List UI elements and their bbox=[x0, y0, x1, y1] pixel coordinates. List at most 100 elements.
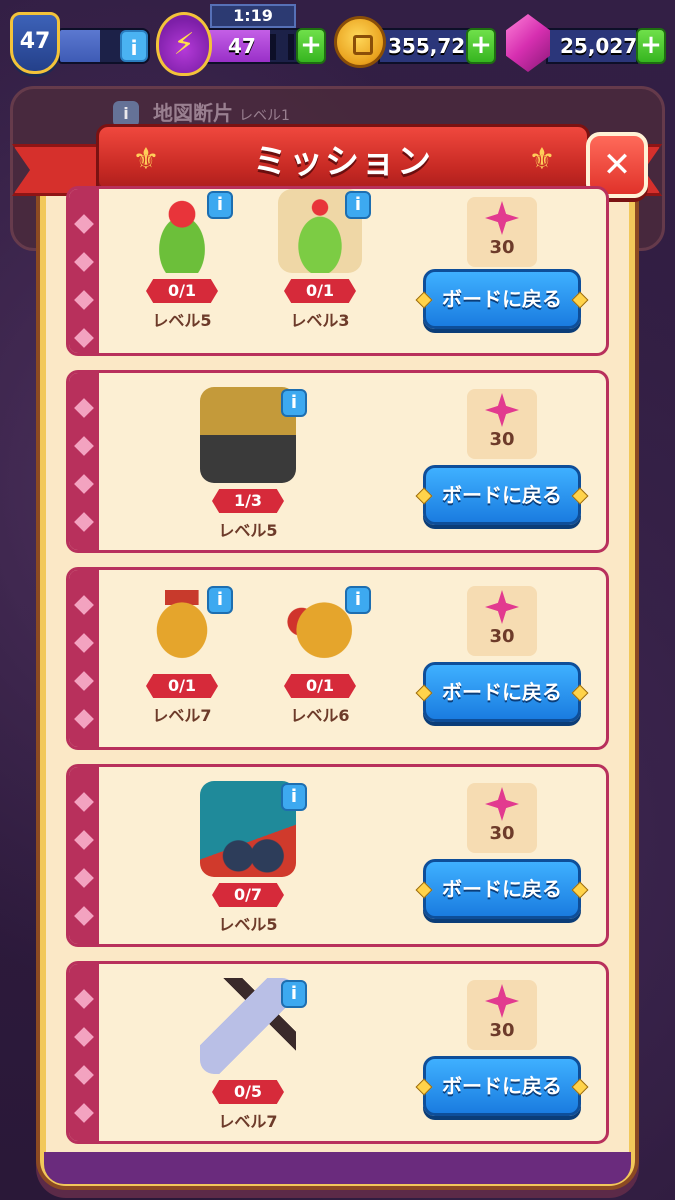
item-info-button[interactable]: i bbox=[207, 191, 233, 219]
card-side-strip bbox=[69, 964, 99, 1141]
star-reward-icon bbox=[485, 201, 519, 235]
reward-box: 30 bbox=[467, 980, 537, 1050]
item-progress: 0/7 bbox=[212, 883, 284, 907]
item-progress: 1/3 bbox=[212, 489, 284, 513]
strip-diamond bbox=[74, 989, 94, 1009]
mission-item: i 0/1 レベル7 bbox=[127, 584, 237, 726]
add-gems-button[interactable]: + bbox=[636, 28, 666, 64]
item-info-button[interactable]: i bbox=[281, 389, 307, 417]
strip-diamond bbox=[74, 290, 94, 310]
strip-diamond bbox=[74, 906, 94, 926]
item-progress: 0/1 bbox=[284, 674, 356, 698]
button-diamond-icon bbox=[571, 881, 589, 899]
return-to-board-label: ボードに戻る bbox=[442, 483, 562, 507]
strip-diamond bbox=[74, 671, 94, 691]
gem-count: 25,027 bbox=[560, 34, 638, 58]
item-level-label: レベル7 bbox=[152, 706, 212, 725]
strip-diamond bbox=[74, 1027, 94, 1047]
return-to-board-button[interactable]: ボードに戻る bbox=[415, 269, 589, 329]
mission-card: i 0/5 レベル7 30 ボードに戻る bbox=[66, 961, 609, 1144]
strip-diamond bbox=[74, 633, 94, 653]
mission-card: i 0/1 レベル7 i 0/1 レベル6 30 ボードに戻る bbox=[66, 567, 609, 750]
mission-item: i 1/3 レベル5 bbox=[193, 387, 307, 541]
reward-amount: 30 bbox=[489, 1020, 515, 1041]
item-progress: 0/5 bbox=[212, 1080, 284, 1104]
strip-diamond bbox=[74, 709, 94, 729]
item-level-label: レベル5 bbox=[152, 311, 212, 330]
strip-diamond bbox=[74, 830, 94, 850]
dialog-title: ミッション bbox=[253, 142, 433, 182]
reward-box: 30 bbox=[467, 389, 537, 459]
card-side-strip bbox=[69, 373, 99, 550]
strip-diamond bbox=[74, 252, 94, 272]
item-level-label: レベル5 bbox=[218, 915, 278, 934]
item-progress: 0/1 bbox=[284, 279, 356, 303]
strip-diamond bbox=[74, 214, 94, 234]
energy-pause-icon bbox=[270, 34, 294, 60]
button-diamond-icon bbox=[415, 291, 433, 309]
button-diamond-icon bbox=[571, 1078, 589, 1096]
add-energy-button[interactable]: + bbox=[296, 28, 326, 64]
strip-diamond bbox=[74, 398, 94, 418]
mission-item: i 0/1 レベル3 bbox=[265, 189, 375, 331]
reward-amount: 30 bbox=[489, 823, 515, 844]
xp-info-button[interactable]: i bbox=[120, 30, 148, 62]
reward-box: 30 bbox=[467, 783, 537, 853]
button-diamond-icon bbox=[415, 1078, 433, 1096]
reward-amount: 30 bbox=[489, 429, 515, 450]
strip-diamond bbox=[74, 512, 94, 532]
strip-diamond bbox=[74, 1103, 94, 1123]
item-level-label: レベル3 bbox=[290, 311, 350, 330]
button-diamond-icon bbox=[415, 684, 433, 702]
item-progress: 0/1 bbox=[146, 674, 218, 698]
return-to-board-label: ボードに戻る bbox=[442, 877, 562, 901]
mission-panel-base bbox=[44, 1152, 631, 1184]
mission-card: i 1/3 レベル5 30 ボードに戻る bbox=[66, 370, 609, 553]
item-info-button[interactable]: i bbox=[345, 586, 371, 614]
return-to-board-button[interactable]: ボードに戻る bbox=[415, 1056, 589, 1116]
reward-amount: 30 bbox=[489, 626, 515, 647]
top-hud: 47 i 1:19 ⚡ 47 + 355,729 + 25,027 + bbox=[0, 0, 675, 80]
strip-diamond bbox=[74, 868, 94, 888]
return-to-board-button[interactable]: ボードに戻る bbox=[415, 465, 589, 525]
strip-diamond bbox=[74, 595, 94, 615]
star-reward-icon bbox=[485, 393, 519, 427]
item-info-button[interactable]: i bbox=[345, 191, 371, 219]
return-to-board-label: ボードに戻る bbox=[442, 287, 562, 311]
add-coins-button[interactable]: + bbox=[466, 28, 496, 64]
player-level-badge[interactable]: 47 bbox=[10, 12, 60, 74]
reward-box: 30 bbox=[467, 586, 537, 656]
mission-card: i 0/7 レベル5 30 ボードに戻る bbox=[66, 764, 609, 947]
strip-diamond bbox=[74, 792, 94, 812]
item-level-label: レベル6 bbox=[290, 706, 350, 725]
item-info-button[interactable]: i bbox=[281, 980, 307, 1008]
item-level-label: レベル5 bbox=[218, 521, 278, 540]
card-side-strip bbox=[69, 570, 99, 747]
return-to-board-button[interactable]: ボードに戻る bbox=[415, 859, 589, 919]
gem-icon bbox=[506, 14, 550, 72]
mission-item: i 0/7 レベル5 bbox=[193, 781, 307, 935]
coin-icon bbox=[334, 16, 386, 68]
return-to-board-label: ボードに戻る bbox=[442, 680, 562, 704]
energy-timer: 1:19 bbox=[210, 4, 296, 28]
button-diamond-icon bbox=[571, 684, 589, 702]
reward-amount: 30 bbox=[489, 237, 515, 258]
strip-diamond bbox=[74, 436, 94, 456]
energy-potion-icon: ⚡ bbox=[156, 12, 212, 76]
strip-diamond bbox=[74, 1065, 94, 1085]
return-to-board-label: ボードに戻る bbox=[442, 1074, 562, 1098]
star-reward-icon bbox=[485, 787, 519, 821]
item-info-button[interactable]: i bbox=[281, 783, 307, 811]
button-diamond-icon bbox=[415, 487, 433, 505]
item-progress: 0/1 bbox=[146, 279, 218, 303]
item-info-button[interactable]: i bbox=[207, 586, 233, 614]
star-reward-icon bbox=[485, 984, 519, 1018]
energy-value: 47 bbox=[228, 34, 256, 58]
mission-card: i 0/1 レベル5 i 0/1 レベル3 30 ボードに戻る bbox=[66, 186, 609, 356]
mission-item: i 0/1 レベル5 bbox=[127, 189, 237, 331]
item-level-label: レベル7 bbox=[218, 1112, 278, 1131]
mission-item: i 0/1 レベル6 bbox=[265, 584, 375, 726]
button-diamond-icon bbox=[571, 291, 589, 309]
return-to-board-button[interactable]: ボードに戻る bbox=[415, 662, 589, 722]
strip-diamond bbox=[74, 328, 94, 348]
